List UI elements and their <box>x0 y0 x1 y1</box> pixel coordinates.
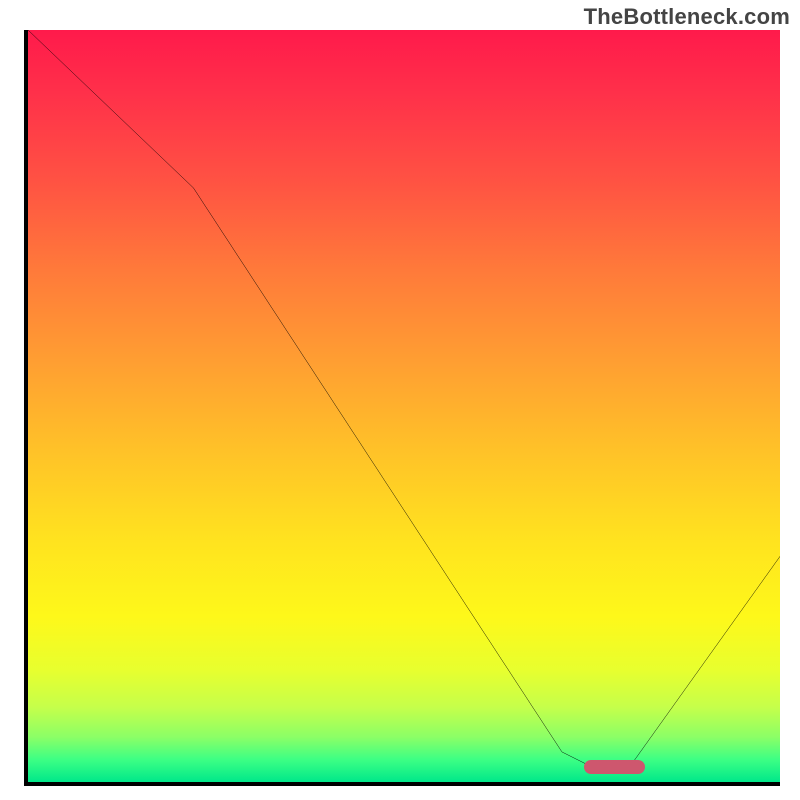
optimal-range-marker <box>584 760 644 774</box>
attribution-label: TheBottleneck.com <box>584 4 790 30</box>
bottleneck-curve <box>28 30 780 782</box>
chart-plot-area <box>24 30 780 786</box>
curve-path <box>28 30 780 767</box>
